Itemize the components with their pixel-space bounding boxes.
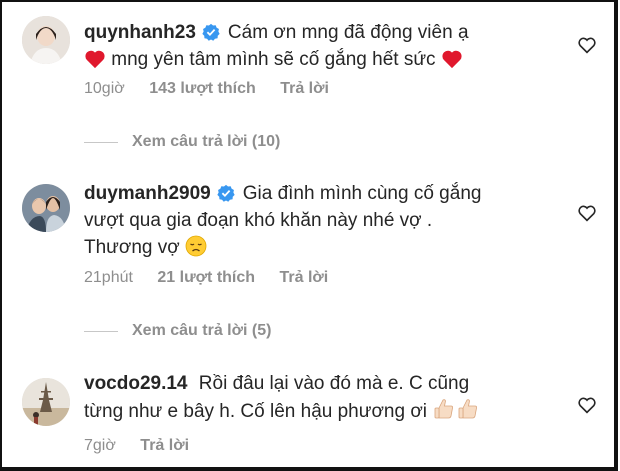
reply-button[interactable]: Trả lời [140,437,189,454]
comment-body-line1: Rồi đâu lại vào đó mà e. C cũng [198,373,470,394]
divider-line [84,141,118,143]
comment-meta: 7giờ Trả lời [84,437,209,455]
comment-item: quynhanh23 Cám ơn mng đã động viên ạ mng … [22,14,597,104]
avatar[interactable] [22,378,70,426]
username[interactable]: vocdo29.14 [84,373,188,394]
likes-count[interactable]: 21 lượt thích [157,269,255,286]
view-replies-button[interactable]: Xem câu trả lời (5) [84,322,271,340]
comment-item: duymanh2909 Gia đình mình cùng cố gắng vư… [22,180,597,300]
heart-outline-icon[interactable] [577,204,597,222]
comment-body-line3: Thương vợ [84,237,180,258]
comment-body-line1: Gia đình mình cùng cố gắng [242,183,482,204]
avatar[interactable] [22,184,70,232]
thumbs-up-emoji [458,399,478,419]
view-replies-label: Xem câu trả lời (5) [132,322,272,339]
comment-body-line2: từng như e bây h. Cố lên hậu phương ơi [84,401,428,422]
verified-badge-icon [202,23,220,41]
comment-body-part1: Cám ơn mng đã động viên ạ [227,22,469,43]
comment-body-line2: vượt qua gia đoạn khó khăn này nhé vợ . [84,210,433,231]
red-heart-emoji [85,50,105,69]
username[interactable]: quynhanh23 [84,22,196,43]
comment-meta: 10giờ 143 lượt thích Trả lời [84,80,349,98]
likes-count[interactable]: 143 lượt thích [149,80,256,97]
divider-line [84,330,118,332]
comment-time: 21phút [84,269,133,286]
view-replies-label: Xem câu trả lời (10) [132,133,281,150]
heart-outline-icon[interactable] [577,36,597,54]
comment-item: vocdo29.14 Rồi đâu lại vào đó mà e. C cũ… [22,370,597,460]
thumbs-up-emoji [434,399,454,419]
view-replies-button[interactable]: Xem câu trả lời (10) [84,133,280,151]
verified-badge-icon [217,184,235,202]
username[interactable]: duymanh2909 [84,183,211,204]
comment-meta: 21phút 21 lượt thích Trả lời [84,269,348,287]
comment-text: duymanh2909 Gia đình mình cùng cố gắng vư… [84,180,534,261]
comment-text: vocdo29.14 Rồi đâu lại vào đó mà e. C cũ… [84,370,534,425]
avatar[interactable] [22,16,70,64]
red-heart-emoji [442,50,462,69]
reply-button[interactable]: Trả lời [279,269,328,286]
comment-time: 7giờ [84,437,116,454]
reply-button[interactable]: Trả lời [280,80,329,97]
disappointed-face-emoji [185,235,207,257]
comment-body-part2: mng yên tâm mình sẽ cố gắng hết sức [111,49,436,70]
comment-time: 10giờ [84,80,125,97]
comment-text: quynhanh23 Cám ơn mng đã động viên ạ mng … [84,19,534,73]
heart-outline-icon[interactable] [577,396,597,414]
